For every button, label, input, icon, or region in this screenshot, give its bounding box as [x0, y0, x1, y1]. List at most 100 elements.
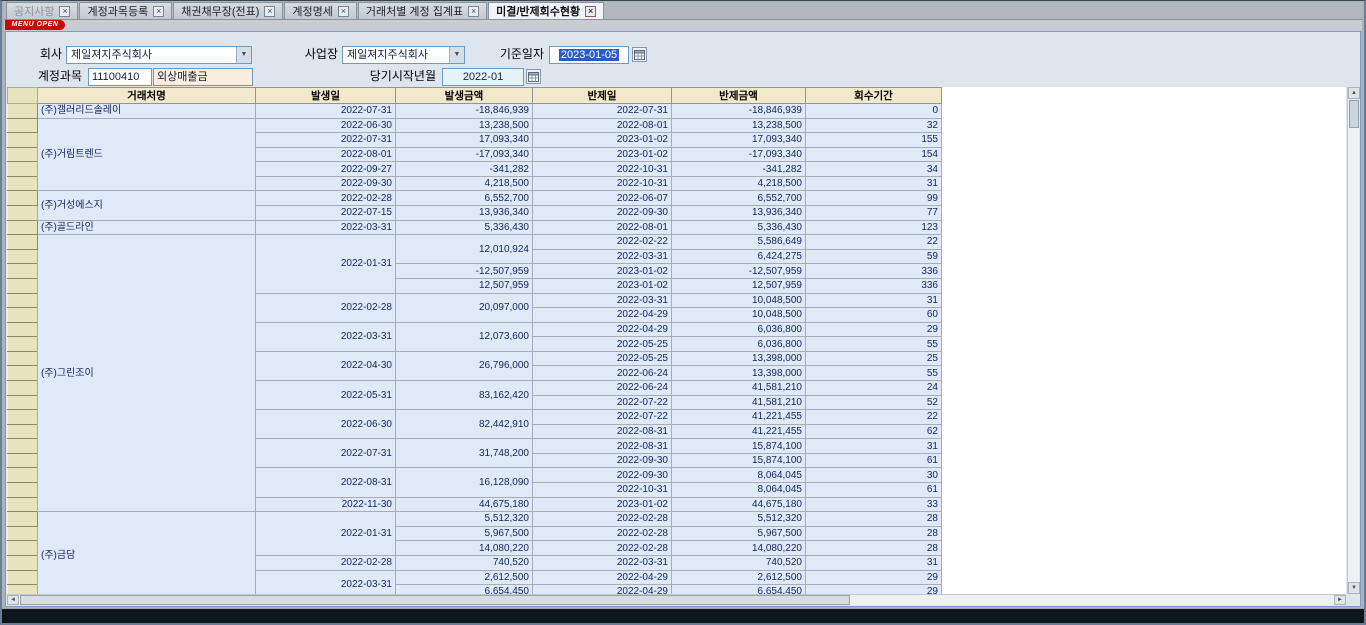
settle-date-cell[interactable]: 2022-02-28 [533, 526, 672, 541]
collection-days-cell[interactable]: 62 [806, 424, 942, 439]
tab-item[interactable]: 계정명세× [284, 2, 356, 19]
menu-open-button[interactable]: MENU OPEN [5, 20, 65, 30]
collection-days-cell[interactable]: 31 [806, 293, 942, 308]
settle-date-cell[interactable]: 2023-01-02 [533, 264, 672, 279]
settle-amount-cell[interactable]: 15,874,100 [672, 439, 806, 454]
settle-amount-cell[interactable]: 6,424,275 [672, 249, 806, 264]
occurrence-amount-cell[interactable]: 2,612,500 [396, 570, 533, 585]
occurrence-amount-cell[interactable]: 12,073,600 [396, 322, 533, 351]
settle-date-cell[interactable]: 2022-07-22 [533, 395, 672, 410]
occurrence-amount-cell[interactable]: 16,128,090 [396, 468, 533, 497]
customer-cell[interactable]: (주)거성에스지 [38, 191, 256, 220]
settle-date-cell[interactable]: 2022-10-31 [533, 162, 672, 177]
settle-date-cell[interactable]: 2022-02-28 [533, 512, 672, 527]
occurrence-amount-cell[interactable]: 26,796,000 [396, 351, 533, 380]
occurrence-amount-cell[interactable]: 12,507,959 [396, 278, 533, 293]
row-selector[interactable] [8, 220, 38, 235]
occurrence-date-cell[interactable]: 2022-02-28 [256, 293, 396, 322]
row-selector[interactable] [8, 585, 38, 594]
tab-item[interactable]: 계정과목등록× [79, 2, 172, 19]
settle-date-cell[interactable]: 2022-04-29 [533, 308, 672, 323]
collection-days-cell[interactable]: 55 [806, 366, 942, 381]
occurrence-date-cell[interactable]: 2022-06-30 [256, 118, 396, 133]
settle-date-cell[interactable]: 2022-06-24 [533, 366, 672, 381]
settle-date-cell[interactable]: 2023-01-02 [533, 147, 672, 162]
tab-close-icon[interactable]: × [59, 6, 70, 17]
row-selector[interactable] [8, 483, 38, 498]
occurrence-date-cell[interactable]: 2022-03-31 [256, 322, 396, 351]
occurrence-amount-cell[interactable]: 82,442,910 [396, 410, 533, 439]
occurrence-amount-cell[interactable]: 5,967,500 [396, 526, 533, 541]
occurrence-date-cell[interactable]: 2022-06-30 [256, 410, 396, 439]
settle-date-cell[interactable]: 2023-01-02 [533, 497, 672, 512]
settle-amount-cell[interactable]: 13,936,340 [672, 206, 806, 221]
collection-days-cell[interactable]: 28 [806, 512, 942, 527]
collection-days-cell[interactable]: 0 [806, 104, 942, 119]
settle-amount-cell[interactable]: 2,612,500 [672, 570, 806, 585]
row-selector[interactable] [8, 366, 38, 381]
chevron-down-icon[interactable]: ▼ [236, 47, 251, 63]
collection-days-cell[interactable]: 336 [806, 264, 942, 279]
period-start-input[interactable]: 2022-01 [442, 68, 524, 86]
occurrence-amount-cell[interactable]: 4,218,500 [396, 176, 533, 191]
collection-days-cell[interactable]: 28 [806, 526, 942, 541]
occurrence-amount-cell[interactable]: 14,080,220 [396, 541, 533, 556]
settle-date-cell[interactable]: 2022-04-29 [533, 585, 672, 594]
occurrence-date-cell[interactable]: 2022-02-28 [256, 555, 396, 570]
collection-days-cell[interactable]: 61 [806, 483, 942, 498]
settle-amount-cell[interactable]: 6,654,450 [672, 585, 806, 594]
settle-amount-cell[interactable]: 6,036,800 [672, 322, 806, 337]
row-selector[interactable] [8, 322, 38, 337]
collection-days-cell[interactable]: 32 [806, 118, 942, 133]
collection-days-cell[interactable]: 154 [806, 147, 942, 162]
settle-amount-cell[interactable]: 41,221,455 [672, 424, 806, 439]
column-header[interactable]: 반제금액 [672, 88, 806, 104]
occurrence-date-cell[interactable]: 2022-03-31 [256, 570, 396, 594]
column-header[interactable]: 발생금액 [396, 88, 533, 104]
collection-days-cell[interactable]: 99 [806, 191, 942, 206]
occurrence-amount-cell[interactable]: -341,282 [396, 162, 533, 177]
settle-amount-cell[interactable]: -12,507,959 [672, 264, 806, 279]
settle-date-cell[interactable]: 2022-02-28 [533, 541, 672, 556]
collection-days-cell[interactable]: 25 [806, 351, 942, 366]
occurrence-date-cell[interactable]: 2022-08-31 [256, 468, 396, 497]
collection-days-cell[interactable]: 52 [806, 395, 942, 410]
settle-amount-cell[interactable]: 10,048,500 [672, 293, 806, 308]
tab-close-icon[interactable]: × [153, 6, 164, 17]
tab-close-icon[interactable]: × [264, 6, 275, 17]
settle-date-cell[interactable]: 2022-05-25 [533, 337, 672, 352]
occurrence-date-cell[interactable]: 2022-09-30 [256, 176, 396, 191]
settle-amount-cell[interactable]: 17,093,340 [672, 133, 806, 148]
row-selector[interactable] [8, 133, 38, 148]
occurrence-amount-cell[interactable]: -12,507,959 [396, 264, 533, 279]
collection-days-cell[interactable]: 123 [806, 220, 942, 235]
occurrence-amount-cell[interactable]: 44,675,180 [396, 497, 533, 512]
row-selector[interactable] [8, 380, 38, 395]
column-header[interactable]: 반제일 [533, 88, 672, 104]
collection-days-cell[interactable]: 33 [806, 497, 942, 512]
collection-days-cell[interactable]: 61 [806, 453, 942, 468]
customer-cell[interactable]: (주)금담 [38, 512, 256, 594]
horizontal-scrollbar[interactable]: ◄ ► [7, 594, 1346, 605]
settle-date-cell[interactable]: 2022-10-31 [533, 176, 672, 191]
row-selector[interactable] [8, 337, 38, 352]
settle-amount-cell[interactable]: 13,398,000 [672, 351, 806, 366]
settle-date-cell[interactable]: 2022-06-07 [533, 191, 672, 206]
occurrence-amount-cell[interactable]: 6,654,450 [396, 585, 533, 594]
row-selector[interactable] [8, 176, 38, 191]
site-select[interactable]: 제일져지주식회사 ▼ [342, 46, 465, 64]
row-selector[interactable] [8, 278, 38, 293]
scroll-left-icon[interactable]: ◄ [7, 595, 19, 605]
customer-cell[interactable]: (주)거림트렌드 [38, 118, 256, 191]
settle-amount-cell[interactable]: 740,520 [672, 555, 806, 570]
settle-amount-cell[interactable]: 6,036,800 [672, 337, 806, 352]
row-selector[interactable] [8, 293, 38, 308]
tab-item[interactable]: 채권채무장(전표)× [173, 2, 283, 19]
settle-amount-cell[interactable]: 41,581,210 [672, 395, 806, 410]
scroll-down-icon[interactable]: ▼ [1348, 582, 1360, 594]
scroll-right-icon[interactable]: ► [1334, 595, 1346, 605]
scroll-up-icon[interactable]: ▲ [1348, 87, 1360, 99]
occurrence-date-cell[interactable]: 2022-07-31 [256, 104, 396, 119]
occurrence-date-cell[interactable]: 2022-11-30 [256, 497, 396, 512]
row-selector[interactable] [8, 308, 38, 323]
